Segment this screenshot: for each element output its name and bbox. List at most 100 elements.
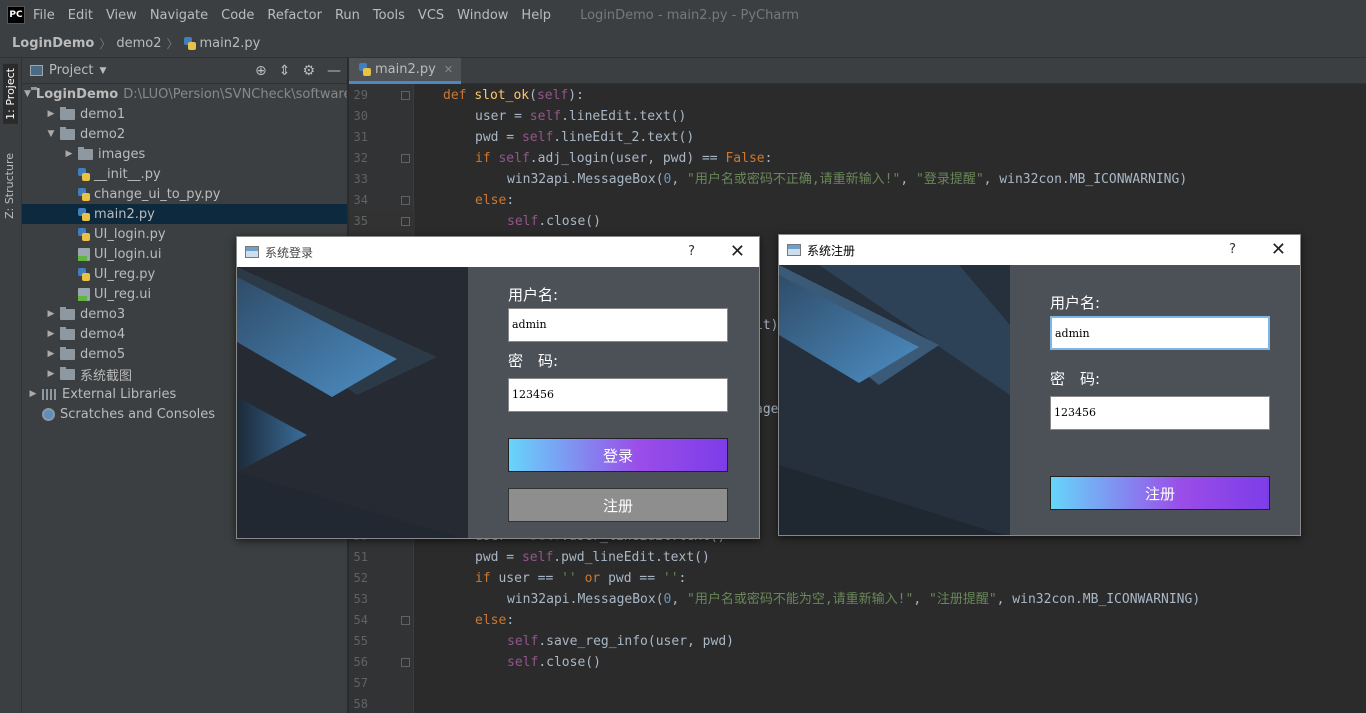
login-button[interactable]: 登录 bbox=[508, 438, 728, 472]
collapse-all-icon[interactable]: ⇕ bbox=[279, 63, 291, 79]
fold-marker-icon[interactable] bbox=[401, 91, 410, 100]
login-password-input[interactable]: 123456 bbox=[508, 378, 728, 412]
python-file-icon bbox=[78, 167, 90, 181]
code-token: win32api.MessageBox( bbox=[507, 172, 664, 187]
chevron-down-icon[interactable]: ▼ bbox=[99, 66, 106, 76]
expand-arrow-icon[interactable]: ▶ bbox=[24, 389, 42, 399]
minimize-icon[interactable]: — bbox=[327, 63, 341, 79]
help-icon[interactable]: ? bbox=[1229, 242, 1236, 257]
code-token: if bbox=[475, 571, 499, 586]
tab-label: main2.py bbox=[375, 62, 436, 77]
menu-window[interactable]: Window bbox=[457, 8, 508, 23]
code-token: self bbox=[507, 655, 539, 670]
tree-item[interactable]: ▼ demo2 bbox=[22, 124, 347, 144]
tab-main2-py[interactable]: main2.py ✕ bbox=[349, 58, 462, 84]
window-icon bbox=[787, 244, 801, 256]
register-dialog: 系统注册 ? ✕ 用户名: admin 密 码: 123456 注册 bbox=[778, 234, 1301, 536]
register-username-input[interactable]: admin bbox=[1050, 316, 1270, 350]
menu-help[interactable]: Help bbox=[521, 8, 551, 23]
code-token: : bbox=[506, 193, 515, 208]
menu-refactor[interactable]: Refactor bbox=[267, 8, 322, 23]
tree-item-label: External Libraries bbox=[62, 386, 177, 402]
tree-root[interactable]: ▼ LoginDemo D:\LUO\Persion\SVNCheck\soft… bbox=[22, 84, 347, 104]
expand-arrow-icon[interactable]: ▶ bbox=[42, 369, 60, 379]
login-username-input[interactable]: admin bbox=[508, 308, 728, 342]
line-number: 30 bbox=[353, 109, 368, 123]
project-view-icon bbox=[30, 65, 43, 76]
tool-tab-structure[interactable]: Z: Structure bbox=[3, 153, 16, 219]
expand-arrow-icon[interactable]: ▶ bbox=[42, 109, 60, 119]
tool-tab-project[interactable]: 1: Project bbox=[3, 64, 18, 124]
fold-marker-icon[interactable] bbox=[401, 217, 410, 226]
login-banner-image bbox=[237, 267, 468, 538]
menu-tools[interactable]: Tools bbox=[373, 8, 405, 23]
tree-item[interactable]: change_ui_to_py.py bbox=[22, 184, 347, 204]
ui-file-icon bbox=[78, 247, 90, 261]
code-line: pwd = self.lineEdit_2.text() bbox=[475, 127, 694, 148]
fold-marker-icon[interactable] bbox=[401, 196, 410, 205]
expand-arrow-icon[interactable]: ▼ bbox=[24, 89, 31, 99]
window-title: LoginDemo - main2.py - PyCharm bbox=[580, 7, 800, 23]
tree-item[interactable]: ▶ demo1 bbox=[22, 104, 347, 124]
register-password-input[interactable]: 123456 bbox=[1050, 396, 1270, 430]
expand-arrow-icon[interactable]: ▶ bbox=[42, 349, 60, 359]
line-number: 54 bbox=[353, 613, 368, 627]
menu-code[interactable]: Code bbox=[221, 8, 254, 23]
code-line: def slot_ok(self): bbox=[443, 85, 584, 106]
expand-arrow-icon[interactable]: ▶ bbox=[60, 149, 78, 159]
code-token: .lineEdit_2.text() bbox=[553, 130, 695, 145]
project-panel-header: Project ▼ ⊕ ⇕ ⚙ — bbox=[22, 58, 347, 84]
fold-marker-icon[interactable] bbox=[401, 154, 410, 163]
fold-marker-icon[interactable] bbox=[401, 658, 410, 667]
tree-item-label: 系统截图 bbox=[80, 368, 133, 384]
line-number: 55 bbox=[353, 634, 368, 648]
expand-arrow-icon[interactable]: ▶ bbox=[42, 309, 60, 319]
tree-item-label: demo2 bbox=[80, 126, 126, 142]
tree-item[interactable]: ▶ images bbox=[22, 144, 347, 164]
code-token: "用户名或密码不能为空,请重新输入!" bbox=[687, 592, 914, 607]
menu-file[interactable]: File bbox=[33, 8, 55, 23]
code-token: "用户名或密码不正确,请重新输入!" bbox=[687, 172, 901, 187]
code-token: '' bbox=[561, 571, 577, 586]
password-label: 密 码: bbox=[508, 352, 559, 370]
code-token: : bbox=[506, 613, 515, 628]
register-banner-image bbox=[779, 265, 1010, 535]
tree-item-label: demo5 bbox=[80, 346, 126, 362]
close-icon[interactable]: ✕ bbox=[444, 63, 453, 76]
expand-arrow-icon[interactable]: ▼ bbox=[42, 129, 60, 139]
folder-icon bbox=[60, 306, 75, 320]
python-file-icon bbox=[78, 187, 90, 201]
line-number: 56 bbox=[353, 655, 368, 669]
gear-icon[interactable]: ⚙ bbox=[302, 63, 315, 79]
breadcrumb-file[interactable]: main2.py bbox=[200, 36, 261, 51]
tree-item-label: demo1 bbox=[80, 106, 126, 122]
fold-marker-icon[interactable] bbox=[401, 616, 410, 625]
expand-arrow-icon[interactable]: ▶ bbox=[42, 329, 60, 339]
password-label: 密 码: bbox=[1050, 370, 1101, 388]
tree-item[interactable]: __init__.py bbox=[22, 164, 347, 184]
breadcrumb-separator-icon: 〉 bbox=[166, 37, 179, 51]
folder-icon bbox=[60, 366, 75, 380]
line-number: 57 bbox=[353, 676, 368, 690]
code-token: .save_reg_info(user, pwd) bbox=[538, 634, 734, 649]
username-label: 用户名: bbox=[1050, 294, 1101, 312]
menu-edit[interactable]: Edit bbox=[68, 8, 93, 23]
menu-view[interactable]: View bbox=[106, 8, 137, 23]
register-dialog-titlebar: 系统注册 ? ✕ bbox=[779, 235, 1300, 265]
menu-run[interactable]: Run bbox=[335, 8, 360, 23]
close-icon[interactable]: ✕ bbox=[730, 241, 745, 262]
breadcrumb-project[interactable]: LoginDemo bbox=[12, 36, 94, 51]
project-panel-title[interactable]: Project bbox=[49, 63, 93, 78]
tree-item[interactable]: main2.py bbox=[22, 204, 347, 224]
go-register-button[interactable]: 注册 bbox=[508, 488, 728, 522]
code-token: def bbox=[443, 88, 475, 103]
close-icon[interactable]: ✕ bbox=[1271, 239, 1286, 260]
locate-icon[interactable]: ⊕ bbox=[255, 63, 267, 79]
register-dialog-title: 系统注册 bbox=[807, 243, 856, 258]
help-icon[interactable]: ? bbox=[688, 244, 695, 259]
register-button[interactable]: 注册 bbox=[1050, 476, 1270, 510]
menu-vcs[interactable]: VCS bbox=[418, 8, 444, 23]
breadcrumb-folder[interactable]: demo2 bbox=[116, 36, 161, 51]
tree-item-label: Scratches and Consoles bbox=[60, 406, 216, 422]
menu-navigate[interactable]: Navigate bbox=[150, 8, 208, 23]
